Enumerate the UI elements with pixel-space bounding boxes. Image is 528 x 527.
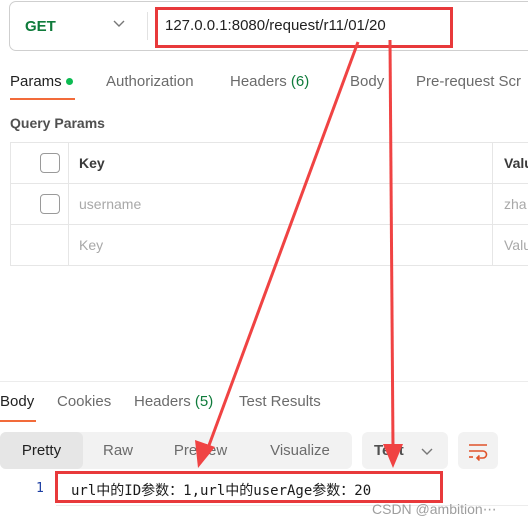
response-tab-headers[interactable]: Headers (5) — [134, 393, 213, 410]
watermark: CSDN @ambition⋯ — [372, 501, 497, 517]
divider — [147, 12, 148, 40]
tab-label: Headers — [230, 73, 287, 90]
tab-params[interactable]: Params — [10, 73, 73, 90]
tab-authorization[interactable]: Authorization — [106, 73, 194, 90]
tab-label: Cookies — [57, 393, 112, 410]
url-input[interactable]: 127.0.0.1:8080/request/r11/01/20 — [165, 17, 386, 34]
table-row: username zha — [11, 184, 528, 225]
wrap-lines-icon — [469, 444, 488, 461]
table-row: Key Valu — [11, 225, 528, 266]
view-visualize-button[interactable]: Visualize — [248, 432, 352, 469]
select-all-checkbox[interactable] — [40, 153, 60, 173]
row-checkbox[interactable] — [40, 194, 60, 214]
status-dot-icon — [65, 77, 73, 85]
tab-label: Params — [10, 73, 62, 90]
format-label: Text — [374, 442, 404, 459]
chevron-down-icon[interactable] — [112, 16, 126, 30]
column-header-key: Key — [79, 155, 105, 171]
tab-count: (5) — [194, 393, 214, 410]
view-preview-button[interactable]: Preview — [153, 432, 248, 469]
tab-count: (6) — [290, 73, 310, 90]
view-raw-button[interactable]: Raw — [83, 432, 153, 469]
response-tab-test-results[interactable]: Test Results — [239, 393, 321, 410]
tab-label: Body — [0, 393, 35, 410]
view-pretty-button[interactable]: Pretty — [0, 432, 83, 469]
query-params-table: Key Valu username zha Key Valu — [10, 142, 528, 266]
tab-label: Body — [350, 73, 385, 90]
tab-label: Test Results — [239, 393, 321, 410]
tab-label: Authorization — [106, 73, 194, 90]
response-tab-cookies[interactable]: Cookies — [57, 393, 111, 410]
response-code-line: 1 url中的ID参数：1,url中的userAge参数：20 — [0, 473, 528, 503]
new-key-input[interactable]: Key — [79, 237, 103, 253]
query-params-title: Query Params — [10, 115, 105, 131]
wrap-lines-button[interactable] — [458, 432, 498, 469]
line-number: 1 — [36, 481, 44, 496]
chevron-down-icon — [421, 448, 433, 455]
tab-label: Pre-request Scr — [416, 73, 522, 90]
format-select[interactable]: Text — [362, 432, 448, 469]
param-key-input[interactable]: username — [79, 196, 141, 212]
column-header-value: Valu — [504, 155, 528, 171]
tab-label: Headers — [134, 393, 191, 410]
active-tab-indicator — [10, 98, 75, 100]
tab-body[interactable]: Body — [350, 73, 384, 90]
param-value-input[interactable]: zha — [504, 196, 527, 212]
method-select[interactable]: GET — [25, 18, 56, 35]
active-tab-indicator — [0, 420, 36, 422]
new-value-input[interactable]: Valu — [504, 237, 528, 253]
response-text[interactable]: url中的ID参数：1,url中的userAge参数：20 — [71, 480, 371, 500]
table-header-row: Key Valu — [11, 143, 528, 184]
view-mode-toggle: Pretty Raw Preview Visualize — [0, 432, 352, 469]
response-tab-body[interactable]: Body — [0, 393, 34, 410]
tab-headers[interactable]: Headers (6) — [230, 73, 309, 90]
response-pane-divider[interactable] — [0, 381, 528, 382]
tab-pre-request-script[interactable]: Pre-request Scr — [416, 73, 521, 90]
